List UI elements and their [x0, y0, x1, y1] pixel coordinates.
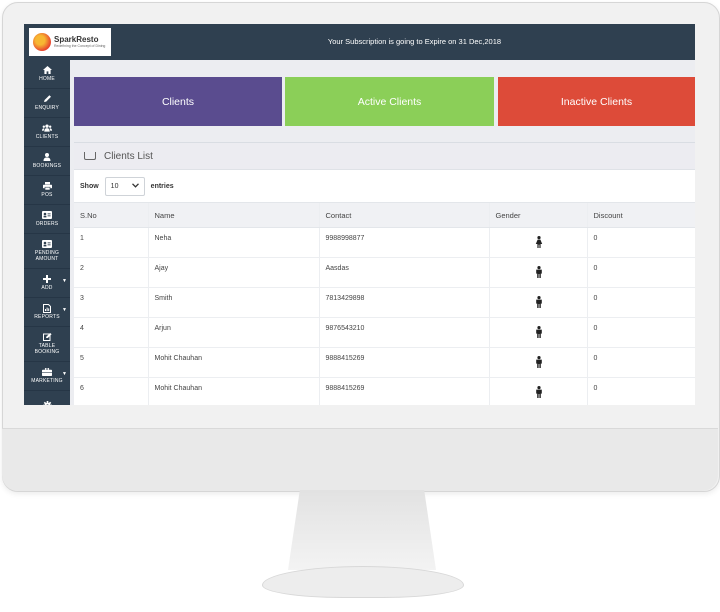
cell-name: Arjun	[147, 317, 319, 348]
cell-discount: 0	[586, 257, 695, 288]
cell-sno: 4	[74, 317, 148, 348]
sidebar-item-home[interactable]: HOME	[24, 60, 70, 89]
id-card-icon	[42, 211, 52, 219]
column-header-contact[interactable]: Contact	[318, 202, 489, 228]
cell-sno: 3	[74, 287, 148, 318]
cell-gender	[488, 347, 587, 378]
chevron-down-icon: ▼	[62, 307, 67, 313]
sidebar-item-reports[interactable]: REPORTS ▼	[24, 298, 70, 327]
chevron-down-icon: ▼	[62, 278, 67, 284]
cell-sno: 6	[74, 377, 148, 405]
sidebar: HOME ENQUIRY CLIENTS BOOKINGS POS ORDERS…	[24, 60, 70, 405]
tile-clients[interactable]: Clients	[74, 77, 282, 126]
sidebar-item-marketing[interactable]: MARKETING ▼	[24, 362, 70, 391]
page-size-select[interactable]: 10	[104, 176, 145, 196]
sidebar-item-bookings[interactable]: BOOKINGS	[24, 147, 70, 176]
monitor-stand-base	[262, 566, 464, 598]
cell-name: Smith	[147, 287, 319, 318]
app-screen: SparkResto Redefining the Concept of Din…	[24, 24, 695, 405]
chevron-down-icon	[131, 182, 139, 190]
sidebar-item-clients[interactable]: CLIENTS	[24, 118, 70, 147]
clients-table: S.No Name Contact Gender Discount 1 Neha 9…	[74, 202, 695, 405]
logo-icon	[33, 33, 51, 51]
top-bar: SparkResto Redefining the Concept of Din…	[24, 24, 695, 60]
user-icon	[42, 153, 52, 161]
cell-discount: 0	[586, 317, 695, 348]
sidebar-item-enquiry[interactable]: ENQUIRY	[24, 89, 70, 118]
tile-inactive-clients[interactable]: Inactive Clients	[498, 77, 695, 126]
cell-sno: 1	[74, 227, 148, 258]
panel-header: Clients List	[74, 143, 695, 170]
cell-gender	[488, 257, 587, 288]
sidebar-item-pending-amount[interactable]: PENDING AMOUNT	[24, 234, 70, 269]
table-row[interactable]: 6 Mohit Chauhan 9888415269 0	[74, 377, 695, 405]
male-icon	[535, 326, 542, 338]
logo-name: SparkResto	[54, 34, 99, 44]
edit-icon	[42, 333, 52, 341]
column-header-sno[interactable]: S.No	[74, 202, 148, 228]
users-icon	[42, 124, 52, 132]
cell-name: Mohit Chauhan	[147, 347, 319, 378]
home-icon	[42, 66, 52, 74]
printer-icon	[42, 182, 52, 190]
cell-gender	[488, 377, 587, 405]
table-row[interactable]: 5 Mohit Chauhan 9888415269 0	[74, 347, 695, 378]
clients-list-panel: Clients List Show 10 entries S.No Name C…	[74, 142, 695, 405]
inbox-icon	[84, 152, 96, 160]
id-card-icon	[42, 240, 52, 248]
column-header-name[interactable]: Name	[147, 202, 319, 228]
cell-discount: 0	[586, 377, 695, 405]
cell-sno: 2	[74, 257, 148, 288]
cell-contact: 7813429898	[318, 287, 489, 318]
cell-gender	[488, 227, 587, 258]
cell-name: Mohit Chauhan	[147, 377, 319, 405]
cell-name: Ajay	[147, 257, 319, 288]
plus-icon	[42, 275, 52, 283]
logo[interactable]: SparkResto Redefining the Concept of Din…	[29, 28, 111, 56]
sidebar-item-table-booking[interactable]: TABLE BOOKING	[24, 327, 70, 362]
cell-sno: 5	[74, 347, 148, 378]
table-header-row: S.No Name Contact Gender Discount	[74, 202, 695, 228]
cell-discount: 0	[586, 287, 695, 318]
cell-contact: 9988998877	[318, 227, 489, 258]
subscription-message: Your Subscription is going to Expire on …	[327, 37, 502, 46]
column-header-gender[interactable]: Gender	[488, 202, 587, 228]
male-icon	[535, 266, 542, 278]
monitor-chin	[2, 428, 718, 491]
briefcase-icon	[42, 368, 52, 376]
male-icon	[535, 296, 542, 308]
male-icon	[535, 356, 542, 368]
pencil-icon	[42, 95, 52, 103]
cell-contact: Aasdas	[318, 257, 489, 288]
page-size-control: Show 10 entries	[74, 170, 695, 202]
chevron-down-icon: ▼	[62, 371, 67, 377]
cell-gender	[488, 317, 587, 348]
gear-icon	[42, 400, 52, 405]
cell-discount: 0	[586, 347, 695, 378]
tile-active-clients[interactable]: Active Clients	[285, 77, 494, 126]
panel-title: Clients List	[104, 150, 153, 162]
sidebar-item-pos[interactable]: POS	[24, 176, 70, 205]
male-icon	[535, 386, 542, 398]
report-icon	[42, 303, 52, 313]
sidebar-item-add[interactable]: ADD ▼	[24, 269, 70, 298]
cell-contact: 9876543210	[318, 317, 489, 348]
table-row[interactable]: 1 Neha 9988998877 0	[74, 227, 695, 258]
logo-tagline: Redefining the Concept of Dining	[54, 43, 106, 48]
summary-tiles: Clients Active Clients Inactive Clients	[74, 77, 695, 126]
female-icon	[535, 236, 542, 248]
table-row[interactable]: 4 Arjun 9876543210 0	[74, 317, 695, 348]
cell-name: Neha	[147, 227, 319, 258]
main-content: Clients Active Clients Inactive Clients …	[70, 60, 695, 405]
sidebar-item-settings[interactable]	[24, 391, 70, 405]
table-row[interactable]: 3 Smith 7813429898 0	[74, 287, 695, 318]
column-header-discount[interactable]: Discount	[586, 202, 695, 228]
cell-contact: 9888415269	[318, 347, 489, 378]
cell-gender	[488, 287, 587, 318]
cell-contact: 9888415269	[318, 377, 489, 405]
sidebar-item-orders[interactable]: ORDERS	[24, 205, 70, 234]
cell-discount: 0	[586, 227, 695, 258]
table-row[interactable]: 2 Ajay Aasdas 0	[74, 257, 695, 288]
monitor-stand-neck	[288, 490, 436, 570]
